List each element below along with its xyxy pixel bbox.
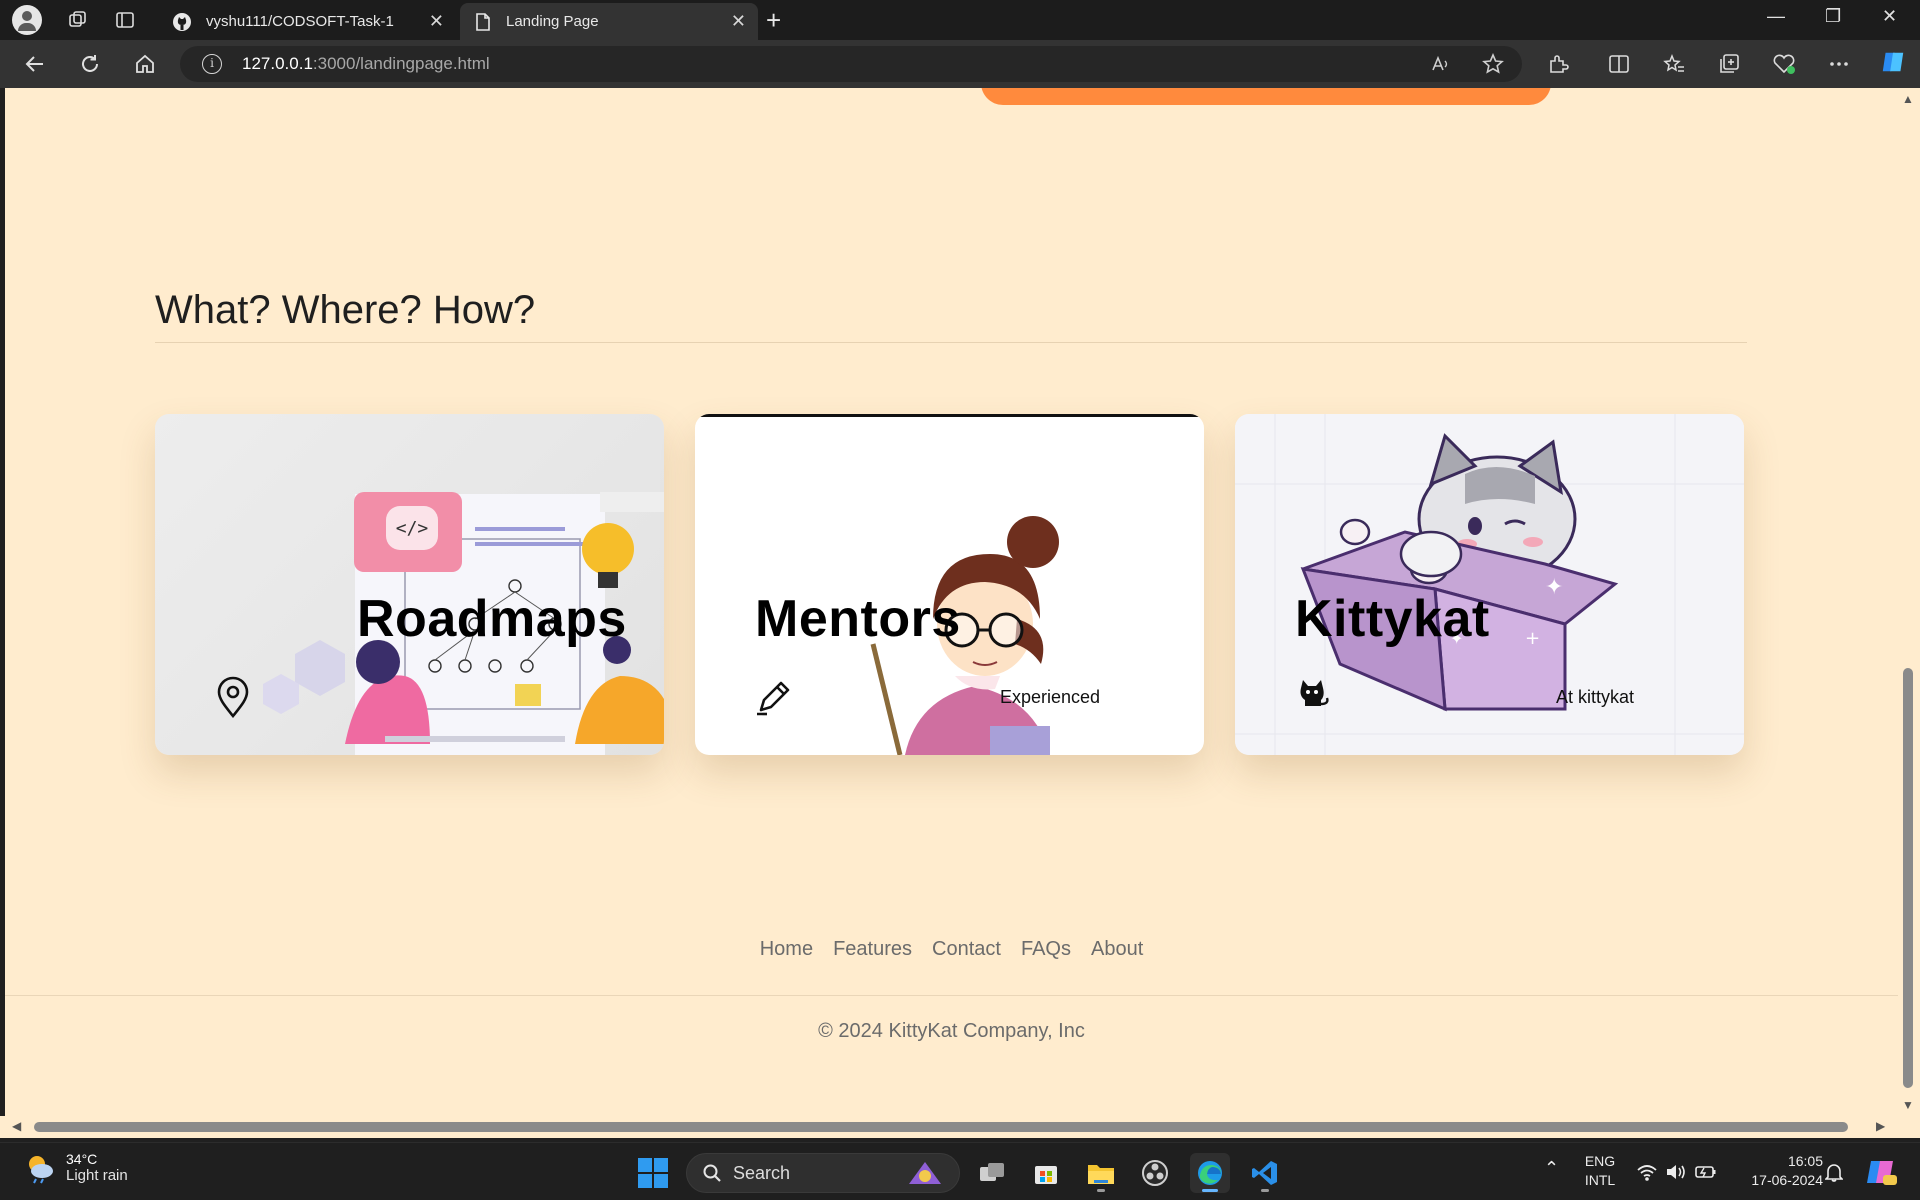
workspaces-icon[interactable] [67, 9, 89, 31]
windows-start-icon[interactable] [638, 1158, 668, 1188]
close-icon[interactable]: ✕ [731, 12, 746, 30]
show-hidden-icons-chevron-icon[interactable]: ⌃ [1544, 1159, 1559, 1178]
new-tab-plus-icon[interactable]: + [766, 7, 781, 33]
tab-title: Landing Page [506, 13, 599, 30]
address-bar[interactable]: i 127.0.0.1:3000/landingpage.html [180, 46, 1522, 82]
weather-temperature: 34°C [66, 1151, 98, 1167]
vertical-scroll-thumb[interactable] [1903, 668, 1913, 1088]
volume-icon[interactable] [1665, 1162, 1687, 1182]
collections-icon[interactable] [1716, 51, 1742, 77]
tab-title: vyshu111/CODSOFT-Task-1 [206, 13, 394, 30]
footer-link-features[interactable]: Features [833, 938, 912, 961]
svg-text:✦: ✦ [1545, 575, 1563, 600]
clock[interactable]: 16:05 17-06-2024 [1733, 1152, 1823, 1190]
section-divider [155, 342, 1747, 343]
profile-avatar-icon[interactable] [12, 5, 42, 35]
card-title: Kittykat [1295, 590, 1490, 648]
task-view-icon[interactable] [972, 1153, 1012, 1193]
scroll-left-arrow-icon[interactable]: ◀ [12, 1119, 21, 1133]
footer-divider [5, 995, 1898, 996]
map-pin-icon [217, 676, 249, 718]
card-mentors[interactable]: Mentors Experienced [695, 414, 1204, 755]
battery-icon[interactable] [1695, 1163, 1717, 1181]
home-icon[interactable] [131, 50, 159, 78]
weather-condition: Light rain [66, 1167, 128, 1184]
footer-link-contact[interactable]: Contact [932, 938, 1001, 961]
scroll-right-arrow-icon[interactable]: ▶ [1876, 1119, 1885, 1133]
copilot-icon[interactable] [1880, 49, 1906, 75]
file-explorer-icon[interactable] [1081, 1153, 1121, 1193]
notification-bell-icon[interactable] [1825, 1162, 1843, 1182]
keyboard-layout: INTL [1584, 1172, 1616, 1188]
card-kittykat[interactable]: ✦ + ✦ Kittykat At kittykat [1235, 414, 1744, 755]
horizontal-scrollbar[interactable]: ◀ ▶ [0, 1116, 1920, 1138]
read-aloud-icon[interactable] [1428, 51, 1454, 77]
close-icon[interactable]: ✕ [429, 12, 444, 30]
tab-github[interactable]: vyshu111/CODSOFT-Task-1 ✕ [158, 3, 456, 40]
footer-link-faqs[interactable]: FAQs [1021, 938, 1071, 961]
refresh-icon[interactable] [76, 50, 104, 78]
footer-link-about[interactable]: About [1091, 938, 1143, 961]
edge-browser-icon[interactable] [1190, 1153, 1230, 1193]
browser-toolbar: i 127.0.0.1:3000/landingpage.html [0, 40, 1920, 88]
browser-essentials-heart-icon[interactable] [1771, 51, 1797, 77]
favorites-icon[interactable] [1661, 51, 1687, 77]
svg-text:+: + [1525, 628, 1540, 649]
card-roadmaps[interactable]: </> Roadmaps [155, 414, 664, 755]
split-screen-icon[interactable] [1606, 51, 1632, 77]
site-info-icon[interactable]: i [202, 54, 222, 74]
url-path: :3000/landingpage.html [312, 54, 490, 73]
horizontal-scroll-thumb[interactable] [34, 1122, 1848, 1132]
language-indicator[interactable]: ENG INTL [1580, 1152, 1620, 1190]
github-icon [173, 12, 191, 31]
vertical-tabs-icon[interactable] [114, 9, 136, 31]
card-title: Mentors [755, 590, 961, 648]
svg-text:</>: </> [396, 518, 429, 539]
vertical-scrollbar[interactable]: ▲ ▼ [1898, 88, 1920, 1116]
tab-landing-page[interactable]: Landing Page ✕ [460, 3, 758, 40]
clock-time: 16:05 [1787, 1153, 1823, 1169]
search-icon [703, 1164, 721, 1182]
clock-date: 17-06-2024 [1751, 1172, 1823, 1188]
restore-icon[interactable]: ❐ [1825, 6, 1841, 27]
minimize-icon[interactable]: — [1767, 6, 1785, 27]
section-heading: What? Where? How? [155, 288, 536, 332]
browser-tab-strip: vyshu111/CODSOFT-Task-1 ✕ Landing Page ✕… [0, 0, 1920, 40]
microsoft-store-icon[interactable] [1026, 1153, 1066, 1193]
favorite-star-icon[interactable] [1480, 51, 1506, 77]
search-highlight-icon [909, 1162, 941, 1184]
windows-taskbar: 34°C Light rain Search ⌃ ENG INTL 16:05 … [0, 1142, 1920, 1200]
cat-icon [1300, 680, 1329, 706]
search-placeholder: Search [733, 1162, 791, 1183]
obs-studio-icon[interactable] [1135, 1153, 1175, 1193]
rain-cloud-icon [29, 1155, 53, 1183]
weather-widget[interactable]: 34°C Light rain [24, 1151, 128, 1184]
extensions-icon[interactable] [1545, 51, 1571, 77]
copyright-text: © 2024 KittyKat Company, Inc [818, 1020, 1085, 1042]
scroll-up-arrow-icon[interactable]: ▲ [1902, 92, 1914, 106]
pencil-icon [757, 681, 790, 716]
card-caption: At kittykat [1556, 687, 1635, 707]
window-close-icon[interactable]: ✕ [1882, 6, 1897, 27]
url-host: 127.0.0.1 [242, 54, 313, 73]
footer-nav: Home Features Contact FAQs About [5, 938, 1898, 961]
vscode-icon[interactable] [1245, 1153, 1285, 1193]
cta-button-bottom-edge[interactable] [981, 88, 1551, 105]
scroll-down-arrow-icon[interactable]: ▼ [1902, 1098, 1914, 1112]
language-code: ENG [1584, 1153, 1616, 1169]
page-icon [476, 12, 490, 31]
footer-link-home[interactable]: Home [760, 938, 813, 961]
card-caption: Experienced [1000, 687, 1101, 707]
more-menu-icon[interactable] [1826, 51, 1852, 77]
card-title: Roadmaps [357, 590, 627, 648]
wifi-icon[interactable] [1636, 1162, 1658, 1182]
copilot-taskbar-icon[interactable] [1865, 1157, 1897, 1187]
taskbar-search[interactable]: Search [686, 1153, 960, 1193]
back-arrow-icon[interactable] [21, 50, 49, 78]
url-text[interactable]: 127.0.0.1:3000/landingpage.html [242, 54, 490, 74]
page-viewport: What? Where? How? </> Roadmaps Mentors E… [5, 88, 1898, 1116]
